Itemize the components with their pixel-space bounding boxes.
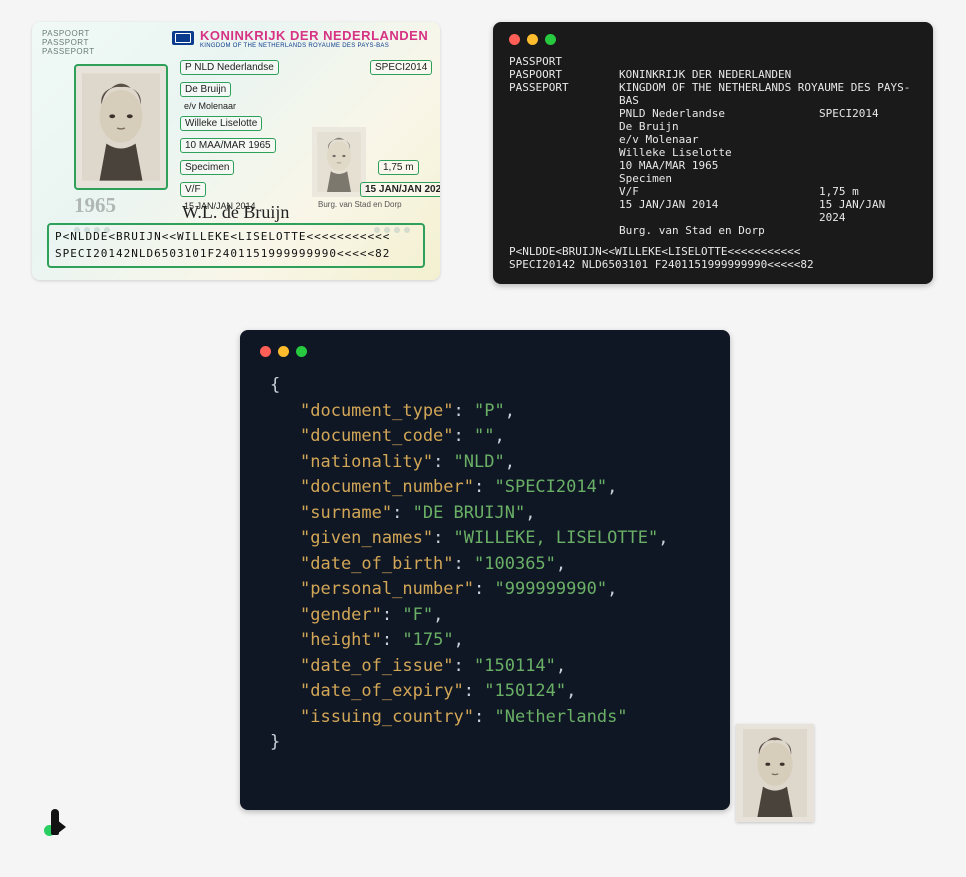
close-icon[interactable] <box>509 34 520 45</box>
terminal-content: PASSPORT PASPOORTKONINKRIJK DER NEDERLAN… <box>509 55 917 271</box>
mrz-line-1: P<NLDDE<BRUIJN<<WILLEKE<LISELOTTE<<<<<<<… <box>55 229 417 246</box>
json-line-gender: "gender": "F", <box>270 603 700 629</box>
maximize-icon[interactable] <box>545 34 556 45</box>
close-icon[interactable] <box>260 346 271 357</box>
json-line-document_number: "document_number": "SPECI2014", <box>270 475 700 501</box>
field-surname: De Bruijn <box>180 82 231 97</box>
field-date-of-expiry: 15 JAN/JAN 2024 <box>360 182 440 197</box>
field-authority: Burg. van Stad en Dorp <box>318 200 402 209</box>
passport-mrz: P<NLDDE<BRUIJN<<WILLEKE<LISELOTTE<<<<<<<… <box>47 223 425 268</box>
passport-corner-labels: PASPOORT PASSPORT PASSEPORT <box>42 30 95 56</box>
json-line-document_type: "document_type": "P", <box>270 399 700 425</box>
json-line-given_names: "given_names": "WILLEKE, LISELOTTE", <box>270 526 700 552</box>
json-line-issuing_country: "issuing_country": "Netherlands" <box>270 705 700 731</box>
brand-logo <box>44 809 66 835</box>
passport-year-watermark: 1965 <box>74 193 116 218</box>
json-line-date_of_birth: "date_of_birth": "100365", <box>270 552 700 578</box>
terminal-mrz-2: SPECI20142 NLD6503101 F2401151999999990<… <box>509 258 917 271</box>
field-height: 1,75 m <box>378 160 419 175</box>
passport-title: KONINKRIJK DER NEDERLANDEN <box>200 28 428 43</box>
passport-photo <box>74 64 168 190</box>
field-given-names: Willeke Liselotte <box>180 116 262 131</box>
extracted-photo <box>736 724 814 822</box>
json-content: { "document_type": "P","document_code": … <box>260 367 710 762</box>
terminal-json-output: { "document_type": "P","document_code": … <box>240 330 730 810</box>
passport-photo-small <box>312 127 366 197</box>
field-specimen: Specimen <box>180 160 234 175</box>
terminal-window-controls <box>509 34 917 45</box>
passport-signature: W.L. de Bruijn <box>182 202 289 223</box>
mrz-line-2: SPECI20142NLD6503101F2401151999999990<<<… <box>55 246 417 263</box>
terminal-ocr-output: PASSPORT PASPOORTKONINKRIJK DER NEDERLAN… <box>493 22 933 284</box>
json-line-personal_number: "personal_number": "999999990", <box>270 577 700 603</box>
passport-card: PASPOORT PASSPORT PASSEPORT KONINKRIJK D… <box>32 22 440 280</box>
passport-subtitle: KINGDOM OF THE NETHERLANDS ROYAUME DES P… <box>200 43 389 49</box>
field-surname-partner: e/v Molenaar <box>180 100 240 112</box>
minimize-icon[interactable] <box>527 34 538 45</box>
json-line-document_code: "document_code": "", <box>270 424 700 450</box>
nld-flag-icon <box>172 31 194 45</box>
field-type-nationality: P NLD Nederlandse <box>180 60 279 75</box>
json-line-date_of_expiry: "date_of_expiry": "150124", <box>270 679 700 705</box>
field-gender: V/F <box>180 182 206 197</box>
field-date-of-birth: 10 MAA/MAR 1965 <box>180 138 276 153</box>
terminal-window-controls <box>260 346 710 357</box>
json-line-surname: "surname": "DE BRUIJN", <box>270 501 700 527</box>
json-line-date_of_issue: "date_of_issue": "150114", <box>270 654 700 680</box>
maximize-icon[interactable] <box>296 346 307 357</box>
minimize-icon[interactable] <box>278 346 289 357</box>
terminal-mrz-1: P<NLDDE<BRUIJN<<WILLEKE<LISELOTTE<<<<<<<… <box>509 245 917 258</box>
json-line-height: "height": "175", <box>270 628 700 654</box>
field-document-number: SPECI2014 <box>370 60 432 75</box>
json-line-nationality: "nationality": "NLD", <box>270 450 700 476</box>
